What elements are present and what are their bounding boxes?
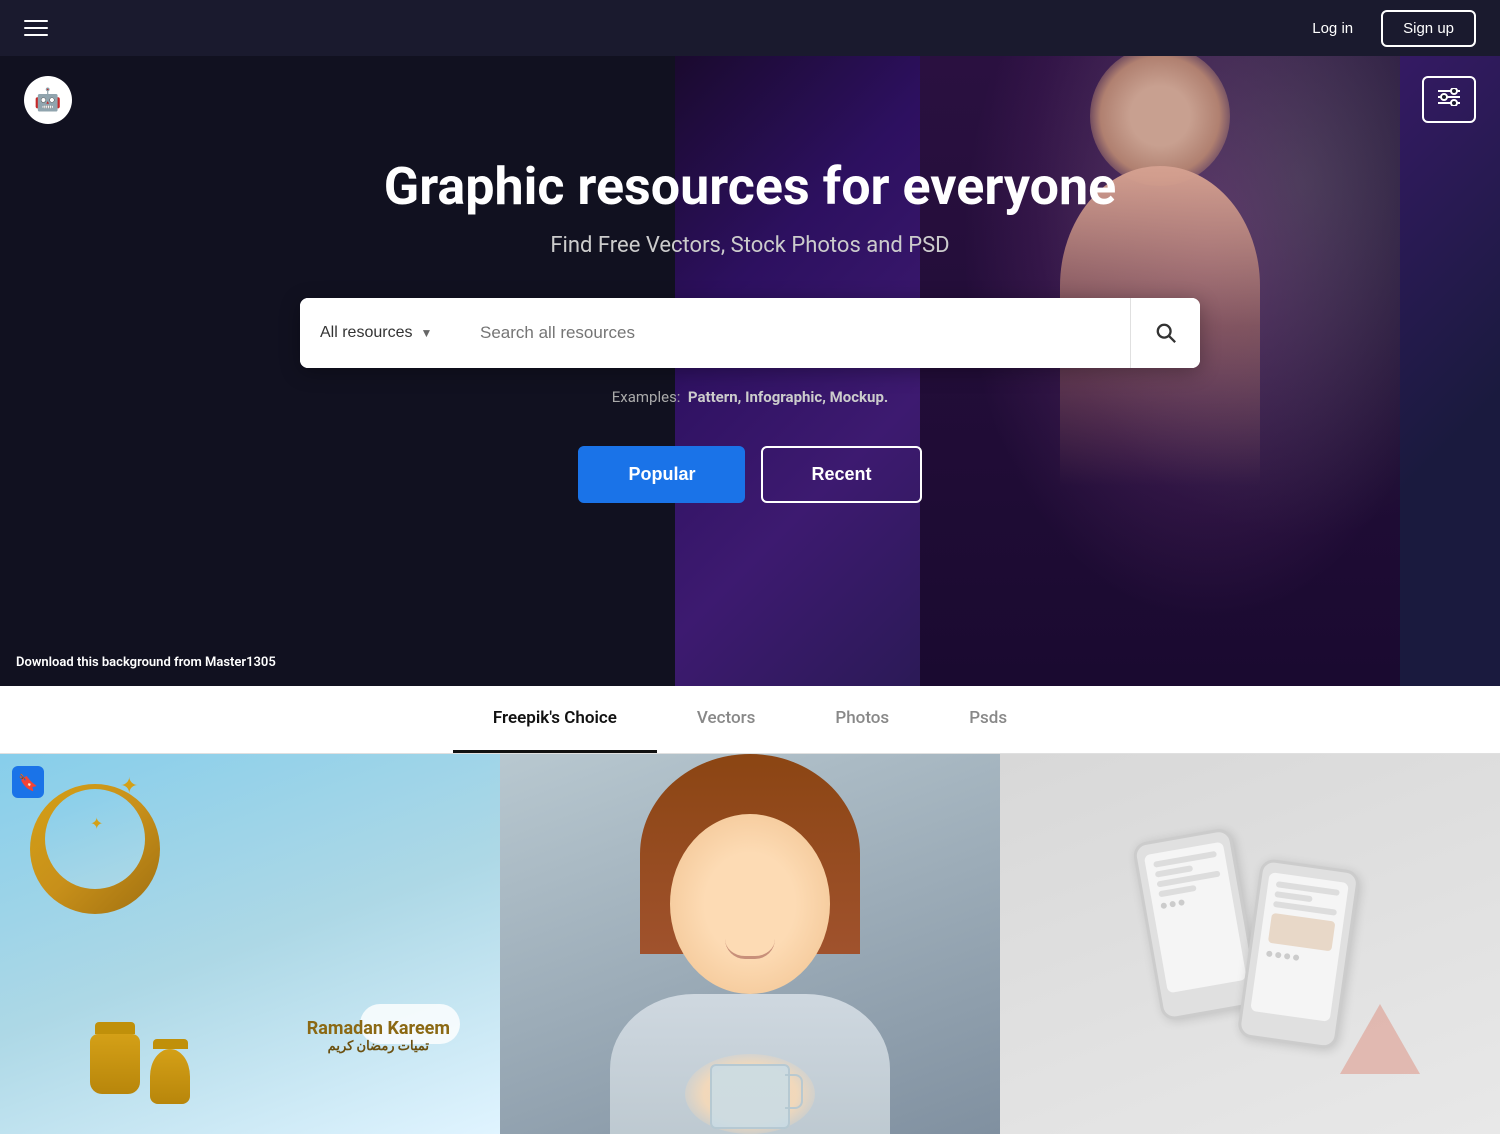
coffee-photo xyxy=(500,754,1000,1134)
resource-card-ramadan[interactable]: ✦ ✦ Ramadan Kareem تميات رمضان كريم 🔖 xyxy=(0,754,500,1134)
chevron-down-icon: ▼ xyxy=(420,326,432,340)
hero-subtitle: Find Free Vectors, Stock Photos and PSD xyxy=(550,233,949,258)
login-button[interactable]: Log in xyxy=(1300,12,1365,45)
signup-button[interactable]: Sign up xyxy=(1381,10,1476,47)
lantern-right xyxy=(150,1039,190,1104)
recent-button[interactable]: Recent xyxy=(761,446,921,503)
filter-icon xyxy=(1438,88,1460,106)
triangle-decoration xyxy=(1340,1004,1420,1074)
logo-icon: 🤖 xyxy=(24,76,72,124)
nav-right: Log in Sign up xyxy=(1300,10,1476,47)
hero-title: Graphic resources for everyone xyxy=(384,156,1116,217)
star-icon: ✦ xyxy=(120,774,138,799)
ramadan-text: Ramadan Kareem تميات رمضان كريم xyxy=(307,1018,450,1054)
dropdown-label: All resources xyxy=(320,324,412,342)
popular-button[interactable]: Popular xyxy=(578,446,745,503)
examples-prefix: Examples: xyxy=(612,388,681,406)
search-examples: Examples: Pattern, Infographic, Mockup. xyxy=(612,388,888,406)
filter-button[interactable] xyxy=(1422,76,1476,123)
ramadan-illustration: ✦ ✦ Ramadan Kareem تميات رمضان كريم xyxy=(0,754,500,1134)
hamburger-menu-icon[interactable] xyxy=(24,20,48,36)
logo-robot-icon: 🤖 xyxy=(34,88,61,113)
hero-content: Graphic resources for everyone Find Free… xyxy=(0,56,1500,503)
site-logo[interactable]: 🤖 xyxy=(24,76,72,124)
hero-buttons: Popular Recent xyxy=(578,446,921,503)
hero-attribution: Download this background from Master1305 xyxy=(16,655,276,670)
star-icon-2: ✦ xyxy=(90,814,103,833)
search-icon xyxy=(1155,322,1177,344)
person-with-coffee xyxy=(500,754,1000,1134)
bookmark-icon[interactable]: 🔖 xyxy=(12,766,44,798)
tab-psds[interactable]: Psds xyxy=(929,686,1047,753)
search-button[interactable] xyxy=(1130,298,1200,368)
examples-text: Pattern, Infographic, Mockup. xyxy=(688,388,888,406)
resource-type-dropdown[interactable]: All resources ▼ xyxy=(300,298,460,368)
resource-grid: ✦ ✦ Ramadan Kareem تميات رمضان كريم 🔖 xyxy=(0,754,1500,1134)
tab-photos[interactable]: Photos xyxy=(795,686,929,753)
nav-left xyxy=(24,20,48,36)
hero-section: 🤖 Graphic resources for everyone Find Fr… xyxy=(0,56,1500,686)
category-tabs: Freepik's Choice Vectors Photos Psds xyxy=(0,686,1500,754)
top-navigation: Log in Sign up xyxy=(0,0,1500,56)
search-bar: All resources ▼ xyxy=(300,298,1200,368)
resource-card-phones[interactable] xyxy=(1000,754,1500,1134)
tab-freepiks-choice[interactable]: Freepik's Choice xyxy=(453,686,657,753)
resource-card-coffee[interactable] xyxy=(500,754,1000,1134)
phone-mockup xyxy=(1000,754,1500,1134)
lantern-left xyxy=(90,1022,140,1094)
moon-decoration xyxy=(30,784,160,914)
tab-vectors[interactable]: Vectors xyxy=(657,686,795,753)
search-input[interactable] xyxy=(460,298,1130,368)
